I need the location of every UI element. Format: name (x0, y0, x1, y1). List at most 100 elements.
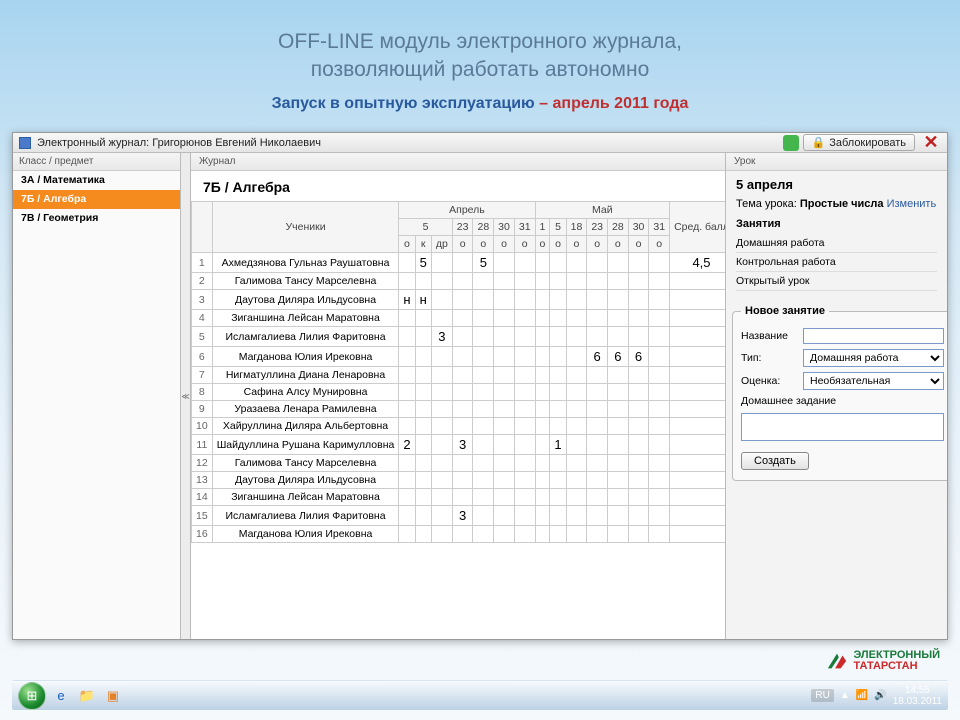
grade-grid-wrap[interactable]: УченикиАпрельМайСред. баллЗа пе-риод5232… (191, 201, 725, 639)
grade-cell[interactable] (587, 455, 608, 472)
grade-cell[interactable] (628, 506, 649, 526)
grade-cell[interactable] (628, 367, 649, 384)
grade-cell[interactable] (514, 472, 535, 489)
apr-sub-1[interactable]: к (415, 236, 431, 253)
sidebar-collapse-handle[interactable]: ≪ (181, 153, 191, 639)
grade-cell[interactable] (550, 253, 566, 273)
grade-cell[interactable] (399, 489, 415, 506)
grade-cell[interactable] (514, 273, 535, 290)
grade-cell[interactable] (473, 327, 494, 347)
grade-cell[interactable] (550, 310, 566, 327)
may-day-31[interactable]: 31 (649, 219, 670, 236)
create-button[interactable]: Создать (741, 452, 809, 470)
may-day-23[interactable]: 23 (587, 219, 608, 236)
grade-cell[interactable] (415, 418, 431, 435)
grade-cell[interactable] (550, 455, 566, 472)
grade-cell[interactable] (494, 347, 515, 367)
grade-cell[interactable] (415, 367, 431, 384)
grade-cell[interactable] (473, 384, 494, 401)
grade-cell[interactable] (452, 472, 473, 489)
grade-cell[interactable] (608, 526, 629, 543)
grade-cell[interactable] (550, 526, 566, 543)
grade-cell[interactable] (550, 367, 566, 384)
grade-cell[interactable] (608, 472, 629, 489)
activity-name-input[interactable] (803, 328, 944, 344)
activity-item-1[interactable]: Контрольная работа (736, 253, 937, 272)
apr-sub-2[interactable]: др (431, 236, 452, 253)
grade-cell[interactable] (431, 472, 452, 489)
grade-cell[interactable] (587, 526, 608, 543)
grade-cell[interactable]: 6 (587, 347, 608, 367)
grade-cell[interactable] (514, 290, 535, 310)
may-sub-6[interactable]: о (649, 236, 670, 253)
grade-cell[interactable] (628, 472, 649, 489)
grade-cell[interactable] (514, 310, 535, 327)
grade-cell[interactable] (494, 384, 515, 401)
grade-cell[interactable] (608, 290, 629, 310)
grade-cell[interactable] (649, 435, 670, 455)
grade-cell[interactable] (587, 253, 608, 273)
grade-cell[interactable] (494, 253, 515, 273)
grade-cell[interactable] (431, 506, 452, 526)
apr-day-23[interactable]: 23 (452, 219, 473, 236)
grade-cell[interactable] (608, 455, 629, 472)
grade-cell[interactable] (452, 384, 473, 401)
grade-cell[interactable] (587, 401, 608, 418)
grade-cell[interactable] (514, 347, 535, 367)
grade-cell[interactable] (550, 401, 566, 418)
activity-grade-select[interactable]: Необязательная (803, 372, 944, 390)
grade-cell[interactable] (566, 253, 587, 273)
grade-cell[interactable] (431, 290, 452, 310)
grade-cell[interactable] (628, 455, 649, 472)
grade-cell[interactable] (649, 347, 670, 367)
grade-cell[interactable] (399, 526, 415, 543)
grade-cell[interactable] (514, 435, 535, 455)
grade-cell[interactable] (550, 472, 566, 489)
grade-cell[interactable] (473, 273, 494, 290)
grade-cell[interactable] (587, 290, 608, 310)
grade-cell[interactable] (535, 489, 550, 506)
grade-cell[interactable] (399, 273, 415, 290)
grade-cell[interactable] (399, 472, 415, 489)
grade-cell[interactable] (628, 290, 649, 310)
grade-cell[interactable] (473, 310, 494, 327)
grade-cell[interactable] (431, 384, 452, 401)
grade-cell[interactable] (399, 347, 415, 367)
grade-cell[interactable] (608, 253, 629, 273)
grade-cell[interactable] (550, 327, 566, 347)
grade-cell[interactable] (608, 327, 629, 347)
grade-cell[interactable] (535, 347, 550, 367)
grade-cell[interactable] (415, 506, 431, 526)
grade-cell[interactable] (587, 310, 608, 327)
grade-cell[interactable] (649, 327, 670, 347)
tray-clock[interactable]: 14:55 18.03.2011 (893, 685, 942, 707)
start-button[interactable] (18, 682, 46, 710)
may-sub-0[interactable]: о (535, 236, 550, 253)
grade-cell[interactable]: н (399, 290, 415, 310)
grade-cell[interactable] (628, 526, 649, 543)
may-sub-2[interactable]: о (566, 236, 587, 253)
grade-cell[interactable] (399, 367, 415, 384)
tray-sound-icon[interactable]: 🔊 (874, 690, 886, 701)
grade-cell[interactable] (535, 384, 550, 401)
may-sub-1[interactable]: о (550, 236, 566, 253)
grade-cell[interactable] (566, 506, 587, 526)
grade-cell[interactable] (535, 526, 550, 543)
grade-cell[interactable] (649, 455, 670, 472)
tray-flag-icon[interactable]: ▲ (840, 690, 850, 701)
grade-cell[interactable] (587, 384, 608, 401)
grade-cell[interactable] (608, 418, 629, 435)
grade-cell[interactable] (473, 455, 494, 472)
tray-network-icon[interactable]: 📶 (856, 690, 868, 701)
grade-cell[interactable]: 5 (415, 253, 431, 273)
may-sub-5[interactable]: о (628, 236, 649, 253)
grade-cell[interactable]: 6 (628, 347, 649, 367)
grade-cell[interactable] (649, 273, 670, 290)
grade-cell[interactable] (494, 455, 515, 472)
grade-cell[interactable] (431, 401, 452, 418)
grade-cell[interactable] (431, 418, 452, 435)
grade-cell[interactable]: 6 (608, 347, 629, 367)
grade-cell[interactable] (494, 290, 515, 310)
may-sub-4[interactable]: о (608, 236, 629, 253)
grade-cell[interactable] (431, 310, 452, 327)
